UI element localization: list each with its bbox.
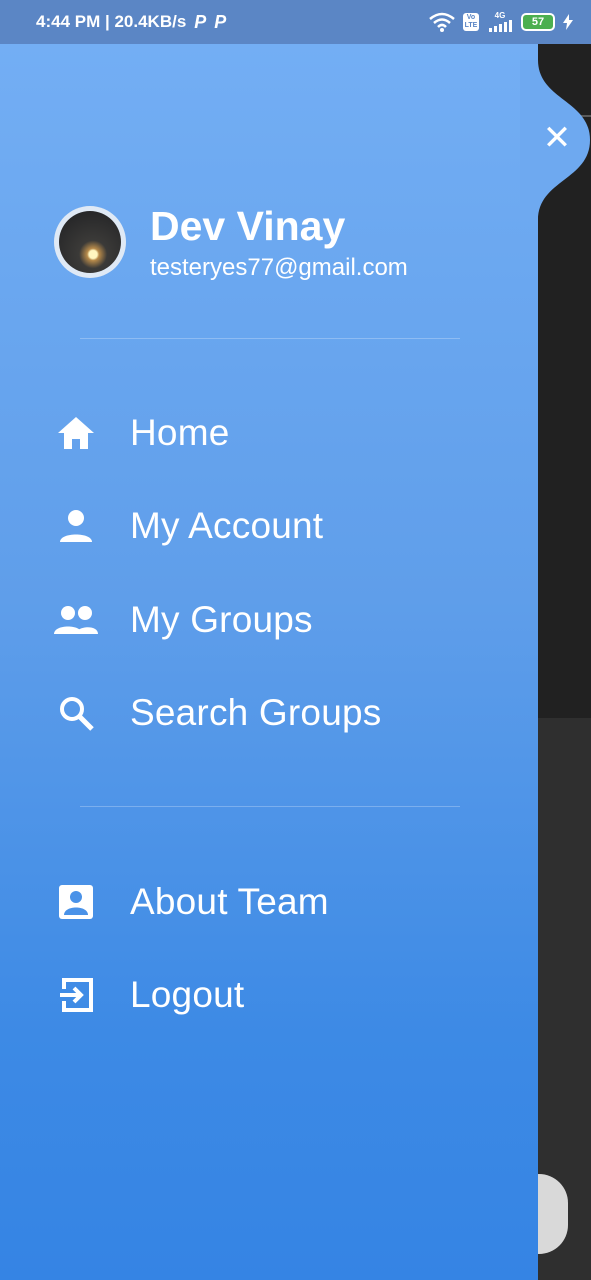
status-bar: 4:44 PM | 20.4KB/s P P Vo LTE 4G 57 <box>0 0 591 44</box>
menu-item-label: About Team <box>130 881 329 922</box>
status-time-speed: 4:44 PM | 20.4KB/s <box>36 12 187 31</box>
close-icon[interactable]: ✕ <box>540 118 574 158</box>
user-name: Dev Vinay <box>150 203 346 249</box>
menu-item-home[interactable]: Home <box>54 405 230 461</box>
p-icon: P <box>194 11 207 32</box>
avatar-image <box>59 211 121 273</box>
volte-icon: Vo LTE <box>463 13 479 31</box>
menu-item-label: Search Groups <box>130 692 382 733</box>
search-icon <box>54 691 98 735</box>
group-icon <box>54 598 98 642</box>
menu-item-about-team[interactable]: About Team <box>54 874 329 930</box>
divider <box>80 806 460 807</box>
person-icon <box>54 504 98 548</box>
battery-icon: 57 <box>521 13 555 31</box>
divider <box>80 338 460 339</box>
network-type-label: 4G <box>494 11 506 20</box>
logout-icon <box>54 973 98 1017</box>
contact-card-icon <box>54 880 98 924</box>
avatar[interactable] <box>54 206 126 278</box>
signal-icon <box>489 20 512 32</box>
menu-item-label: Home <box>130 412 230 453</box>
user-email: testeryes77@gmail.com <box>150 254 408 281</box>
wifi-icon <box>429 12 455 32</box>
p-icon: P <box>214 11 227 32</box>
menu-item-my-groups[interactable]: My Groups <box>54 592 313 648</box>
menu-item-label: Logout <box>130 974 245 1015</box>
menu-item-logout[interactable]: Logout <box>54 967 244 1023</box>
menu-item-label: My Groups <box>130 599 313 640</box>
charging-icon <box>563 14 573 30</box>
home-icon <box>54 411 98 455</box>
menu-item-my-account[interactable]: My Account <box>54 498 323 554</box>
menu-item-label: My Account <box>130 505 324 546</box>
menu-item-search-groups[interactable]: Search Groups <box>54 685 381 741</box>
